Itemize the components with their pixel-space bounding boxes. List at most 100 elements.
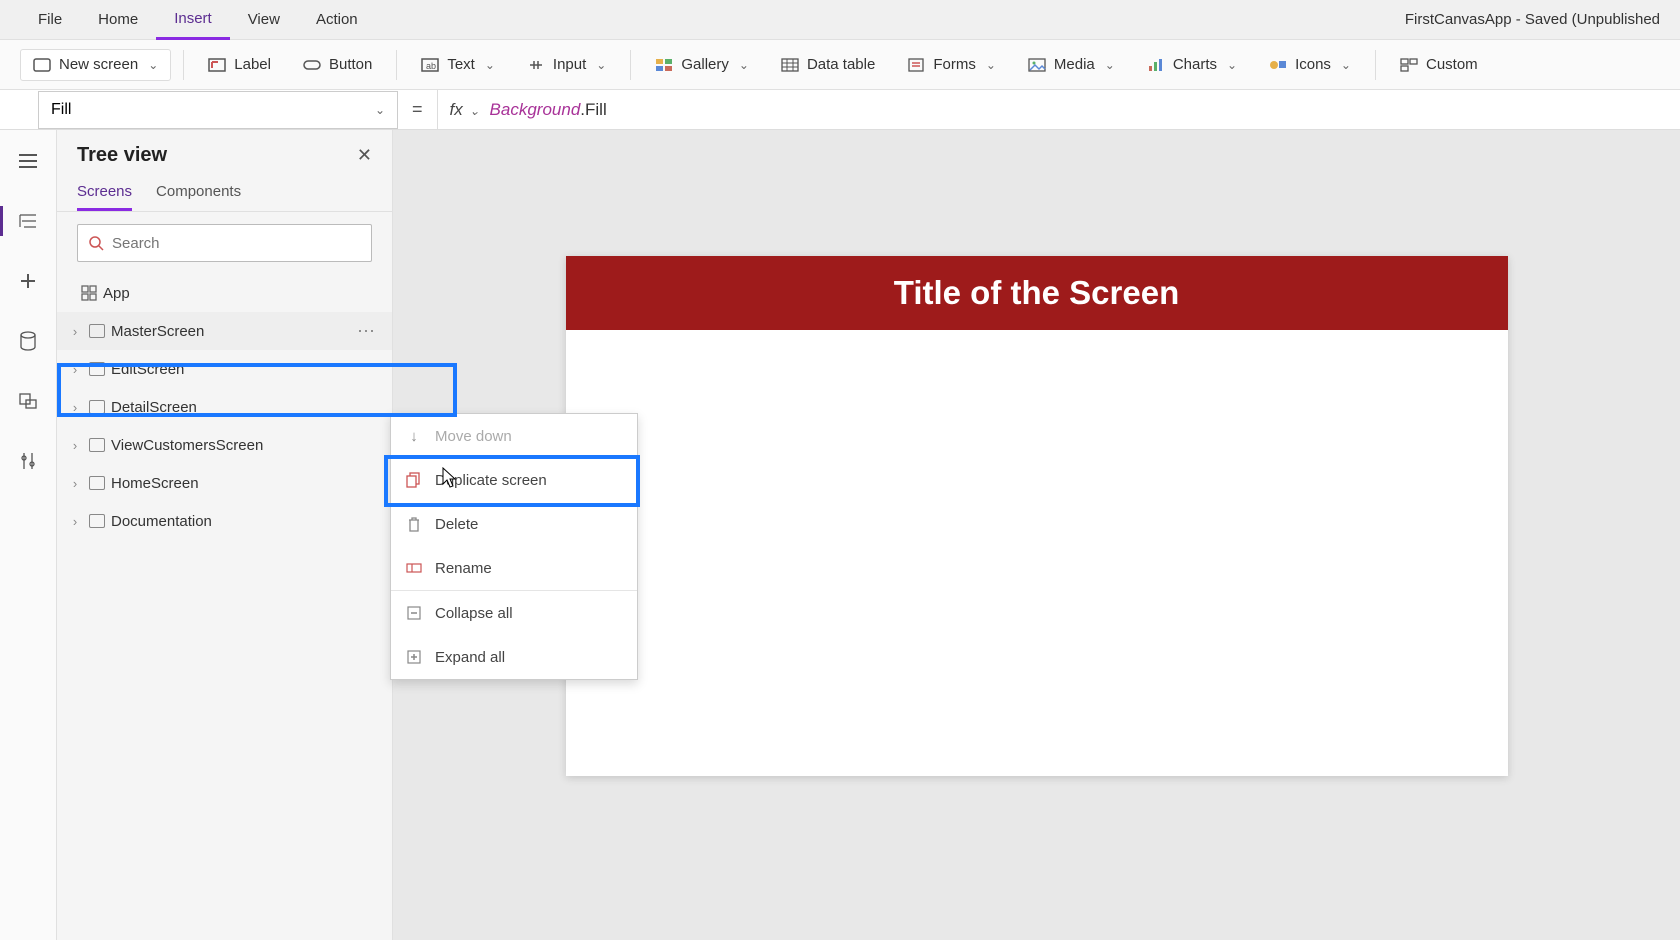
tree-node-label: EditScreen <box>111 361 184 378</box>
data-table-button[interactable]: Data table <box>769 50 887 80</box>
tree-view-panel: Tree view ✕ Screens Components App › Mas… <box>57 130 393 940</box>
canvas-title: Title of the Screen <box>894 274 1179 312</box>
separator <box>630 50 631 80</box>
tree-view-button[interactable] <box>9 202 47 240</box>
media-button[interactable]: Media ⌄ <box>1016 50 1127 80</box>
formula-bar: Fill ⌄ = fx ⌄ Background.Fill <box>0 90 1680 130</box>
trash-icon <box>405 515 423 533</box>
tree-title: Tree view <box>77 144 167 167</box>
custom-label: Custom <box>1426 56 1478 73</box>
chevron-right-icon[interactable]: › <box>67 438 83 453</box>
close-icon[interactable]: ✕ <box>357 145 372 166</box>
tree-node-detailscreen[interactable]: › DetailScreen <box>57 388 392 426</box>
chevron-down-icon: ⌄ <box>485 58 495 72</box>
new-screen-label: New screen <box>59 56 138 73</box>
fx-label[interactable]: fx ⌄ <box>450 100 480 120</box>
label-button[interactable]: Label <box>196 50 283 80</box>
chevron-right-icon[interactable]: › <box>67 362 83 377</box>
expand-icon <box>405 648 423 666</box>
screen-icon <box>89 476 105 490</box>
left-rail <box>0 130 57 940</box>
tree-list: App › MasterScreen ⋯ › EditScreen › Deta… <box>57 274 392 540</box>
chevron-right-icon[interactable]: › <box>67 324 83 339</box>
chevron-right-icon[interactable]: › <box>67 514 83 529</box>
menu-bar: File Home Insert View Action FirstCanvas… <box>0 0 1680 40</box>
rename-icon <box>405 559 423 577</box>
insert-button[interactable] <box>9 262 47 300</box>
menu-insert[interactable]: Insert <box>156 0 230 40</box>
canvas[interactable]: Title of the Screen <box>566 256 1508 776</box>
charts-icon <box>1147 56 1165 74</box>
forms-button[interactable]: Forms ⌄ <box>895 50 1008 80</box>
charts-button[interactable]: Charts ⌄ <box>1135 50 1249 80</box>
ctx-label: Rename <box>435 560 492 577</box>
gallery-label: Gallery <box>681 56 729 73</box>
search-icon <box>88 235 104 251</box>
ctx-rename[interactable]: Rename <box>391 546 637 590</box>
tab-components[interactable]: Components <box>156 175 241 211</box>
svg-text:ab: ab <box>426 61 436 71</box>
text-button[interactable]: ab Text ⌄ <box>409 50 507 80</box>
tree-node-homescreen[interactable]: › HomeScreen <box>57 464 392 502</box>
button-icon <box>303 56 321 74</box>
ctx-duplicate-screen[interactable]: Duplicate screen <box>391 458 637 502</box>
tree-node-editscreen[interactable]: › EditScreen <box>57 350 392 388</box>
separator <box>1375 50 1376 80</box>
property-name: Fill <box>51 101 71 119</box>
ctx-expand-all[interactable]: Expand all <box>391 635 637 679</box>
tree-node-label: ViewCustomersScreen <box>111 437 263 454</box>
hamburger-button[interactable] <box>9 142 47 180</box>
input-label: Input <box>553 56 586 73</box>
ribbon: New screen ⌄ Label Button ab Text ⌄ Inpu… <box>0 40 1680 90</box>
gallery-icon <box>655 56 673 74</box>
chevron-down-icon: ⌄ <box>739 58 749 72</box>
search-input[interactable] <box>112 235 361 252</box>
app-title: FirstCanvasApp - Saved (Unpublished <box>1405 11 1660 28</box>
tree-node-label: App <box>103 285 130 302</box>
gallery-button[interactable]: Gallery ⌄ <box>643 50 761 80</box>
ctx-label: Delete <box>435 516 478 533</box>
custom-button[interactable]: Custom <box>1388 50 1490 80</box>
charts-label: Charts <box>1173 56 1217 73</box>
tree-node-masterscreen[interactable]: › MasterScreen ⋯ <box>57 312 392 350</box>
ctx-move-down[interactable]: ↓ Move down <box>391 414 637 458</box>
app-icon <box>81 285 97 301</box>
menu-home[interactable]: Home <box>80 0 156 40</box>
new-screen-button[interactable]: New screen ⌄ <box>20 49 171 81</box>
formula-input[interactable]: Background.Fill <box>490 100 607 120</box>
chevron-right-icon[interactable]: › <box>67 476 83 491</box>
chevron-down-icon: ⌄ <box>1105 58 1115 72</box>
text-icon: ab <box>421 56 439 74</box>
menu-file[interactable]: File <box>20 0 80 40</box>
media-label: Media <box>1054 56 1095 73</box>
search-box[interactable] <box>77 224 372 262</box>
arrow-down-icon: ↓ <box>405 427 423 445</box>
icons-icon <box>1269 56 1287 74</box>
data-button[interactable] <box>9 322 47 360</box>
tree-node-app[interactable]: App <box>57 274 392 312</box>
input-button[interactable]: Input ⌄ <box>515 50 618 80</box>
menu-view[interactable]: View <box>230 0 298 40</box>
ctx-delete[interactable]: Delete <box>391 502 637 546</box>
chevron-right-icon[interactable]: › <box>67 400 83 415</box>
canvas-header[interactable]: Title of the Screen <box>566 256 1508 330</box>
screen-icon <box>89 514 105 528</box>
advanced-tools-button[interactable] <box>9 442 47 480</box>
icons-button[interactable]: Icons ⌄ <box>1257 50 1363 80</box>
menu-action[interactable]: Action <box>298 0 376 40</box>
data-table-label: Data table <box>807 56 875 73</box>
screen-icon <box>89 400 105 414</box>
button-button[interactable]: Button <box>291 50 384 80</box>
tree-node-viewcustomersscreen[interactable]: › ViewCustomersScreen <box>57 426 392 464</box>
tab-screens[interactable]: Screens <box>77 175 132 211</box>
chevron-down-icon: ⌄ <box>986 58 996 72</box>
more-options-button[interactable]: ⋯ <box>351 321 382 342</box>
media-panel-button[interactable] <box>9 382 47 420</box>
property-selector[interactable]: Fill ⌄ <box>38 91 398 129</box>
forms-label: Forms <box>933 56 976 73</box>
chevron-down-icon: ⌄ <box>596 58 606 72</box>
button-label: Button <box>329 56 372 73</box>
ctx-label: Collapse all <box>435 605 513 622</box>
ctx-collapse-all[interactable]: Collapse all <box>391 591 637 635</box>
tree-node-documentation[interactable]: › Documentation <box>57 502 392 540</box>
